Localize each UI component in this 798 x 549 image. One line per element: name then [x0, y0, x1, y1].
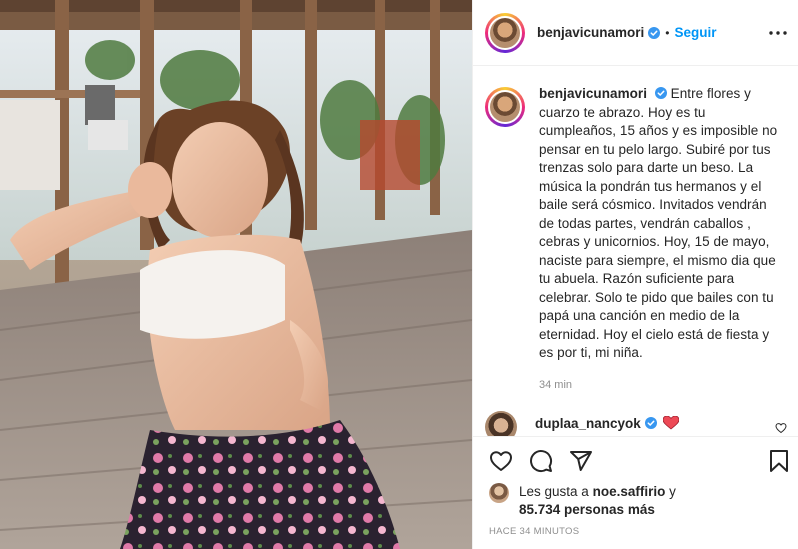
more-options-icon[interactable]: [767, 22, 789, 44]
follow-button[interactable]: Seguir: [675, 25, 717, 40]
caption-text: Entre flores y cuarzo te abrazo. Hoy es …: [539, 86, 778, 360]
author-avatar[interactable]: [488, 15, 522, 50]
comment-like-heart-icon[interactable]: [775, 422, 787, 434]
author-username[interactable]: benjavicunamori: [537, 25, 644, 40]
caption-timestamp[interactable]: 34 min: [539, 379, 783, 391]
post-header: benjavicunamori • Seguir: [473, 0, 798, 66]
caption-body: benjavicunamori Entre flores y cuarzo te…: [539, 85, 779, 363]
photo-image: [0, 0, 472, 549]
caption-author-avatar[interactable]: [488, 90, 522, 124]
red-heart-emoji-icon: [662, 416, 679, 430]
liker-username[interactable]: noe.saffirio: [593, 484, 666, 499]
post-time-ago[interactable]: HACE 34 MINUTOS: [489, 526, 579, 537]
action-icons: [489, 449, 593, 473]
post-photo[interactable]: [0, 0, 472, 549]
comment-author-username[interactable]: duplaa_nancyok: [535, 416, 641, 431]
caption-row: benjavicunamori Entre flores y cuarzo te…: [485, 85, 783, 363]
liker-avatar[interactable]: [489, 483, 509, 503]
caption-area: benjavicunamori Entre flores y cuarzo te…: [473, 67, 798, 412]
caption-author-avatar-ring[interactable]: [485, 87, 525, 127]
author-avatar-ring[interactable]: [485, 12, 525, 53]
comment-row: duplaa_nancyok: [485, 410, 795, 436]
comment-icon[interactable]: [529, 449, 553, 473]
post-actions: Les gusta a noe.saffirio y 85.734 person…: [473, 436, 798, 549]
comment-author-avatar[interactable]: [485, 411, 517, 436]
caption-verified-badge-icon: [654, 87, 667, 99]
verified-badge-icon: [648, 26, 661, 39]
post-side-panel: benjavicunamori • Seguir benjavicunamori: [472, 0, 798, 549]
likes-count[interactable]: 85.734 personas más: [519, 502, 655, 517]
likes-conjunction: y: [669, 484, 676, 499]
heart-icon[interactable]: [489, 449, 513, 473]
bookmark-icon[interactable]: [767, 449, 791, 473]
likes-summary: Les gusta a noe.saffirio y 85.734 person…: [489, 483, 789, 519]
comment-verified-badge-icon: [644, 417, 657, 429]
likes-prefix: Les gusta a: [519, 484, 589, 499]
caption-author-username[interactable]: benjavicunamori: [539, 86, 647, 101]
likes-text: Les gusta a noe.saffirio y 85.734 person…: [519, 483, 789, 519]
header-separator: •: [665, 25, 670, 40]
share-icon[interactable]: [569, 449, 593, 473]
